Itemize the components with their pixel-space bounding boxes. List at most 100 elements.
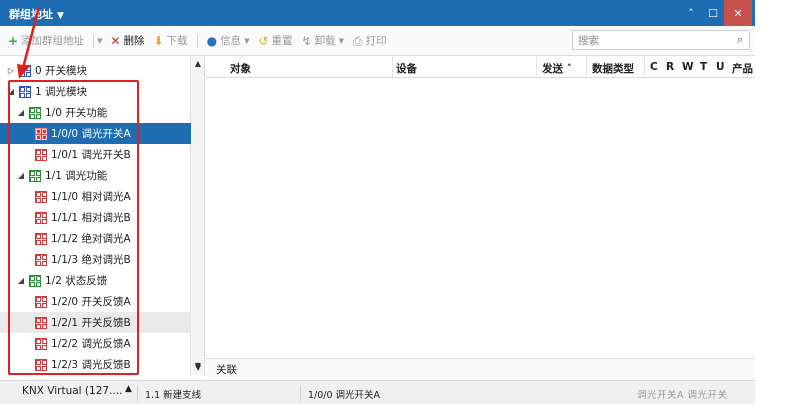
column-header-c[interactable]: C <box>650 61 658 73</box>
tree-item-label: 1/1/3 绝对调光B <box>51 254 131 266</box>
column-divider[interactable] <box>644 57 645 78</box>
download-button[interactable]: ⬇ 下载 <box>154 33 188 48</box>
tree-item-label: 1/1/0 相对调光A <box>51 191 131 203</box>
tree-item-label: 1/1/2 绝对调光A <box>51 233 131 245</box>
download-label: 下载 <box>166 35 188 47</box>
delete-icon: ✕ <box>110 33 121 48</box>
unload-icon: ↯ <box>301 33 312 48</box>
column-header-t[interactable]: T <box>700 61 707 73</box>
group-address-icon <box>35 211 47 224</box>
selection-status: 1/0/0 调光开关A <box>308 390 381 401</box>
middle-group-icon <box>29 106 41 119</box>
interface-status[interactable]: KNX Virtual (127.... <box>22 385 122 397</box>
tree-item-label: 1/0/0 调光开关A <box>51 128 131 140</box>
unload-label: 卸载 <box>314 35 336 47</box>
maximize-button[interactable]: ☐ <box>702 0 724 26</box>
column-header-data-type[interactable]: 数据类型 <box>592 61 634 76</box>
collapse-button[interactable]: ˄ <box>680 0 702 26</box>
unload-button[interactable]: ↯ 卸载 ▼ <box>302 33 344 48</box>
chevron-up-icon: ˄ <box>688 6 694 20</box>
tree-item-label: 1/2/3 调光反馈B <box>51 359 131 371</box>
column-header-r[interactable]: R <box>666 61 674 73</box>
tree-item-range-1[interactable]: ◢ 1 调光模块 <box>0 81 191 102</box>
column-divider[interactable] <box>536 57 537 78</box>
tab-associations[interactable]: 关联 <box>216 362 237 377</box>
add-group-address-button[interactable]: + 添加群组地址 <box>8 33 84 48</box>
expanded-icon[interactable]: ◢ <box>16 171 26 180</box>
status-separator <box>137 385 138 401</box>
delete-button[interactable]: ✕ 删除 <box>110 33 144 48</box>
reset-button[interactable]: ↺ 重置 <box>258 33 292 48</box>
tree-item-ga-1-0-0[interactable]: 1/0/0 调光开关A <box>0 123 191 144</box>
tree-item-ga-1-1-3[interactable]: 1/1/3 绝对调光B <box>0 249 191 270</box>
chevron-down-icon: ▼ <box>338 36 344 45</box>
delete-label: 删除 <box>123 35 145 47</box>
chevron-up-icon[interactable]: ▲ <box>125 384 132 394</box>
column-header-product[interactable]: 产品 <box>732 61 753 76</box>
info-button[interactable]: ● 信息 ▼ <box>207 33 250 48</box>
tree-item-middle-1-2[interactable]: ◢ 1/2 状态反馈 <box>0 270 191 291</box>
column-header-w[interactable]: W <box>682 61 694 73</box>
print-label: 打印 <box>365 35 387 47</box>
group-address-icon <box>35 127 47 140</box>
reset-label: 重置 <box>271 35 293 47</box>
search-icon: ⌕ <box>736 33 743 46</box>
info-label: 信息 <box>220 35 242 47</box>
column-divider[interactable] <box>392 57 393 78</box>
plus-icon: + <box>8 33 19 48</box>
main-group-icon <box>19 64 31 77</box>
group-address-window: 群组地址 ▼ ˄ ☐ ✕ + 添加群组地址 ▼ ✕ 删除 ⬇ 下载 ● 信息 ▼ … <box>0 0 755 404</box>
tree-item-middle-1-0[interactable]: ◢ 1/0 开关功能 <box>0 102 191 123</box>
toolbar-separator <box>196 33 198 48</box>
middle-group-icon <box>29 169 41 182</box>
tree-item-label: 1/0/1 调光开关B <box>51 149 131 161</box>
toolbar: + 添加群组地址 ▼ ✕ 删除 ⬇ 下载 ● 信息 ▼ ↺ 重置 ↯ 卸载 ▼ … <box>0 26 755 56</box>
window-title: 群组地址 <box>9 8 53 21</box>
add-group-address-label: 添加群组地址 <box>21 35 85 47</box>
group-address-icon <box>35 148 47 161</box>
tree-item-ga-1-1-0[interactable]: 1/1/0 相对调光A <box>0 186 191 207</box>
close-button[interactable]: ✕ <box>724 0 752 26</box>
tree-item-ga-1-2-0[interactable]: 1/2/0 开关反馈A <box>0 291 191 312</box>
middle-group-icon <box>29 274 41 287</box>
column-header-send[interactable]: 发送 ˄ <box>542 61 572 76</box>
tree-item-label: 1/2 状态反馈 <box>45 275 108 287</box>
tree-item-ga-1-2-2[interactable]: 1/2/2 调光反馈A <box>0 333 191 354</box>
group-address-icon <box>35 358 47 371</box>
tree-item-label: 1/1 调光功能 <box>45 170 108 182</box>
chevron-down-icon: ▼ <box>244 36 250 45</box>
tree-scrollbar[interactable]: ▲ ▼ <box>191 57 205 375</box>
tree-item-label: 1/2/0 开关反馈A <box>51 296 131 308</box>
column-header-device[interactable]: 设备 <box>396 61 417 76</box>
chevron-right-icon[interactable]: ▷ <box>6 66 16 75</box>
status-separator <box>300 385 301 401</box>
expanded-icon[interactable]: ◢ <box>16 108 26 117</box>
scroll-up-icon[interactable]: ▲ <box>191 59 205 71</box>
expanded-icon[interactable]: ◢ <box>6 87 16 96</box>
window-title-menu[interactable]: 群组地址 ▼ <box>9 6 64 22</box>
group-address-icon <box>35 316 47 329</box>
title-bar: 群组地址 ▼ ˄ ☐ ✕ <box>0 0 755 26</box>
column-header-object[interactable]: 对象 <box>230 61 251 76</box>
tree-item-ga-1-1-2[interactable]: 1/1/2 绝对调光A <box>0 228 191 249</box>
expanded-icon[interactable]: ◢ <box>16 276 26 285</box>
print-button[interactable]: ⎙ 打印 <box>353 33 387 48</box>
tree-item-ga-1-2-1[interactable]: 1/2/1 开关反馈B <box>0 312 191 333</box>
main-group-icon <box>19 85 31 98</box>
add-dropdown-icon[interactable]: ▼ <box>97 37 102 45</box>
toolbar-separator <box>93 33 95 48</box>
chevron-down-icon[interactable]: ▼ <box>195 363 201 372</box>
column-divider[interactable] <box>586 57 587 78</box>
search-input[interactable]: 搜索 ⌕ <box>572 30 750 50</box>
tree-item-range-0[interactable]: ▷ 0 开关模块 <box>0 60 191 81</box>
objects-table-body[interactable] <box>206 78 755 358</box>
group-address-icon <box>35 295 47 308</box>
tree-item-ga-1-1-1[interactable]: 1/1/1 相对调光B <box>0 207 191 228</box>
group-address-icon <box>35 190 47 203</box>
tree-item-ga-1-2-3[interactable]: 1/2/3 调光反馈B <box>0 354 191 375</box>
column-header-u[interactable]: U <box>716 61 725 73</box>
tree-item-ga-1-0-1[interactable]: 1/0/1 调光开关B <box>0 144 191 165</box>
line-status: 1.1 新建支线 <box>145 390 202 401</box>
tree-item-label: 1/2/2 调光反馈A <box>51 338 131 350</box>
tree-item-middle-1-1[interactable]: ◢ 1/1 调光功能 <box>0 165 191 186</box>
